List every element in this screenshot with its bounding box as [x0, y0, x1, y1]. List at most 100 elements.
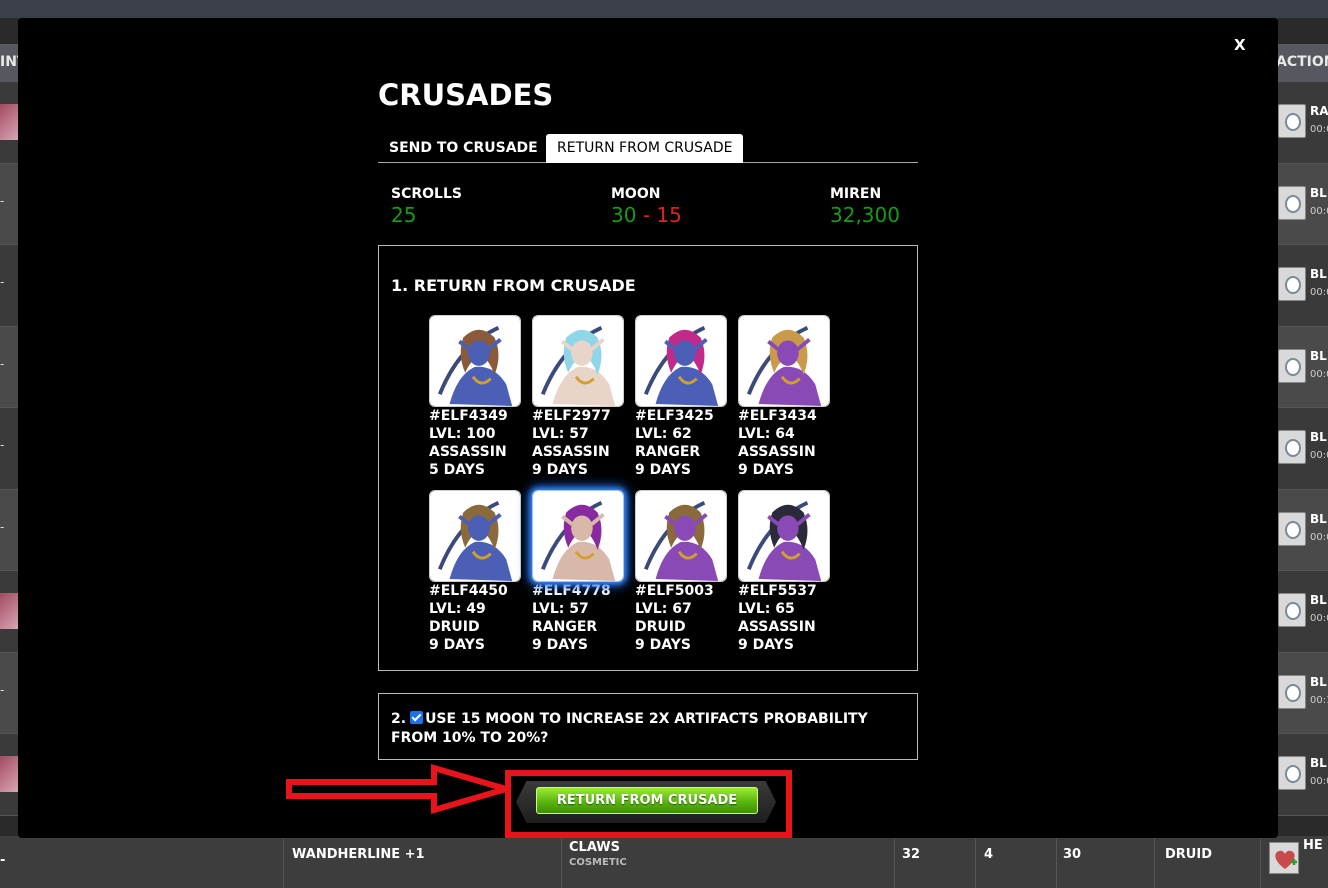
item-thumbnail — [0, 756, 18, 792]
elf-id: #ELF4778 — [532, 583, 611, 599]
elf-level: LVL: 57 — [532, 426, 589, 442]
close-icon[interactable]: X — [1234, 36, 1246, 54]
skull-icon[interactable] — [1278, 267, 1306, 301]
row-action-time: 00:0 — [1310, 776, 1328, 787]
last-row-col2: 4 — [984, 847, 994, 862]
elf-portrait[interactable] — [635, 490, 727, 582]
row-action-time: 00:0 — [1310, 368, 1328, 380]
row-action-cell: BL 00:0 — [1276, 327, 1328, 408]
row-action-label[interactable]: BL — [1310, 430, 1327, 444]
crusade-tabs: SEND TO CRUSADE RETURN FROM CRUSADE — [378, 132, 918, 163]
heart-icon[interactable] — [1269, 842, 1299, 874]
row-action-time: 00:0 — [1310, 531, 1328, 543]
elf-portrait[interactable] — [429, 490, 521, 582]
skull-icon[interactable] — [1278, 348, 1306, 383]
row-action-time: 00:0 — [1310, 124, 1328, 135]
stat-moon: MOON 30 - 15 — [611, 186, 682, 227]
item-thumbnail — [0, 593, 18, 629]
row-left-value: - — [0, 438, 5, 452]
skull-icon[interactable] — [1278, 104, 1306, 138]
last-row-col1: 32 — [902, 847, 921, 862]
background-last-row: - WANDHERLINE +1 CLAWS COSMETIC 32 4 30 … — [0, 836, 1328, 888]
row-action-cell: BL 00:0 — [1276, 571, 1328, 652]
row-action-cell: BL 00:0 — [1276, 490, 1328, 571]
row-action-label[interactable]: BL — [1310, 675, 1327, 689]
row-action-label[interactable]: BL — [1310, 756, 1327, 770]
elf-days: 9 DAYS — [635, 462, 691, 478]
elf-days: 5 DAYS — [429, 462, 485, 478]
elf-portrait[interactable] — [532, 315, 624, 407]
stat-miren-label: MIREN — [830, 186, 882, 202]
tab-send-to-crusade[interactable]: SEND TO CRUSADE — [378, 134, 549, 163]
section-1-title: 1. RETURN FROM CRUSADE — [391, 276, 636, 295]
skull-icon[interactable] — [1278, 674, 1306, 709]
stat-moon-sep: - — [642, 203, 651, 227]
row-action-label[interactable]: BL — [1310, 512, 1327, 526]
elf-class: ASSASSIN — [532, 444, 610, 460]
row-left-value: - — [0, 356, 5, 371]
elf-id: #ELF4349 — [429, 408, 508, 424]
elf-class: RANGER — [532, 619, 598, 635]
skull-icon[interactable] — [1278, 593, 1306, 627]
moon-boost-label[interactable]: USE 15 MOON TO INCREASE 2X ARTIFACTS PRO… — [391, 711, 868, 746]
skull-icon[interactable] — [1278, 756, 1306, 790]
elf-class: ASSASSIN — [738, 619, 816, 635]
elf-days: 9 DAYS — [738, 637, 794, 653]
elf-class: DRUID — [635, 619, 686, 635]
row-action-time: 00:0 — [1310, 287, 1328, 298]
elf-level: LVL: 57 — [532, 601, 589, 617]
row-action-time: 00:1 — [1310, 694, 1328, 706]
elf-portrait[interactable] — [429, 315, 521, 407]
moon-boost-checkbox[interactable] — [410, 711, 424, 724]
elf-card[interactable]: #ELF4450 LVL: 49 DRUID 9 DAYS — [429, 490, 521, 654]
elf-class: DRUID — [429, 619, 480, 635]
elf-class: RANGER — [635, 444, 701, 460]
row-action-label[interactable]: RA — [1310, 104, 1328, 118]
elf-card[interactable]: #ELF3434 LVL: 64 ASSASSIN 9 DAYS — [738, 315, 830, 479]
elf-card[interactable]: #ELF5003 LVL: 67 DRUID 9 DAYS — [635, 490, 727, 654]
elf-portrait[interactable] — [738, 490, 830, 582]
last-row-cell-item: WANDHERLINE +1 — [283, 836, 561, 888]
background-topbar — [0, 0, 1328, 18]
last-row-cell-action: HE — [1260, 836, 1328, 888]
stat-moon-label: MOON — [611, 186, 661, 202]
last-row-action[interactable]: HE — [1303, 838, 1323, 853]
elf-id: #ELF2977 — [532, 408, 611, 424]
stat-scrolls-value: 25 — [391, 203, 417, 227]
elf-level: LVL: 67 — [635, 601, 692, 617]
item-thumbnail — [0, 104, 18, 140]
row-action-label[interactable]: BL — [1310, 349, 1327, 363]
elf-card[interactable]: #ELF3425 LVL: 62 RANGER 9 DAYS — [635, 315, 727, 479]
elf-class: ASSASSIN — [429, 444, 507, 460]
skull-icon[interactable] — [1278, 511, 1306, 546]
elf-card[interactable]: #ELF5537 LVL: 65 ASSASSIN 9 DAYS — [738, 490, 830, 654]
row-action-cell: BL 00:0 — [1276, 164, 1328, 245]
row-action-label[interactable]: BL — [1310, 593, 1327, 607]
elf-card[interactable]: #ELF4778 LVL: 57 RANGER 9 DAYS — [532, 490, 624, 654]
row-action-cell: BL 00:0 — [1276, 734, 1328, 815]
moon-boost-section: 2. USE 15 MOON TO INCREASE 2X ARTIFACTS P… — [378, 693, 918, 760]
moon-boost-option: 2. USE 15 MOON TO INCREASE 2X ARTIFACTS P… — [391, 710, 901, 748]
row-action-label[interactable]: BL — [1310, 186, 1327, 200]
elf-portrait[interactable] — [635, 315, 727, 407]
modal-title: CRUSADES — [378, 78, 554, 112]
stat-miren-value: 32,300 — [830, 203, 900, 227]
tab-return-from-crusade[interactable]: RETURN FROM CRUSADE — [546, 134, 744, 163]
elf-id: #ELF5537 — [738, 583, 817, 599]
row-action-cell: BL 00:1 — [1276, 653, 1328, 734]
stat-scrolls-label: SCROLLS — [391, 186, 462, 202]
elf-id: #ELF5003 — [635, 583, 714, 599]
skull-icon[interactable] — [1278, 430, 1306, 464]
elf-portrait[interactable] — [532, 490, 624, 582]
last-row-left: - — [0, 853, 6, 868]
elf-card[interactable]: #ELF4349 LVL: 100 ASSASSIN 5 DAYS — [429, 315, 521, 479]
return-from-crusade-button[interactable]: RETURN FROM CRUSADE — [536, 787, 758, 814]
elf-card[interactable]: #ELF2977 LVL: 57 ASSASSIN 9 DAYS — [532, 315, 624, 479]
elf-id: #ELF3434 — [738, 408, 817, 424]
background-header-action: ACTION — [1276, 54, 1328, 70]
elf-days: 9 DAYS — [738, 462, 794, 478]
skull-icon[interactable] — [1278, 185, 1306, 220]
row-action-label[interactable]: BL — [1310, 267, 1327, 281]
elf-days: 9 DAYS — [429, 637, 485, 653]
elf-portrait[interactable] — [738, 315, 830, 407]
